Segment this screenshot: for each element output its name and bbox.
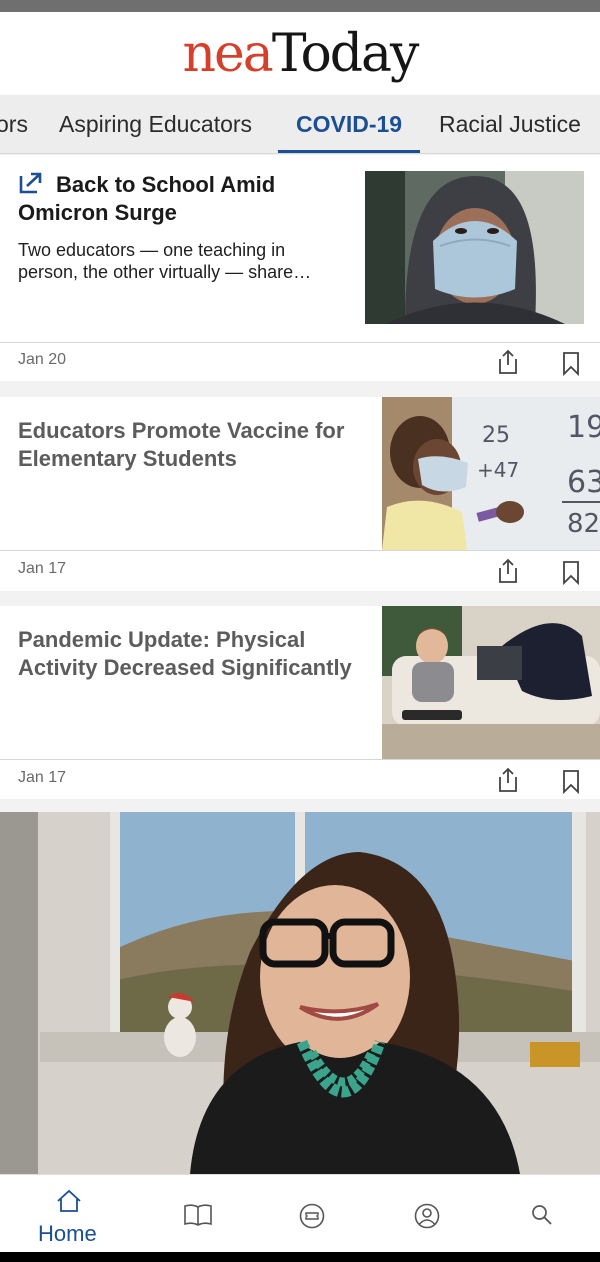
article-photo-student-whiteboard[interactable]: 25 +47 19 63 82 (382, 397, 600, 550)
article-date: Jan 17 (18, 769, 67, 786)
nav-magazine[interactable] (170, 1175, 226, 1253)
active-tab-indicator (278, 150, 420, 153)
article-title[interactable]: Educators Promote Vaccine for Elementary… (18, 417, 363, 473)
article-photo-child-on-couch[interactable] (382, 606, 600, 759)
book-icon (184, 1204, 212, 1226)
card-divider (0, 342, 600, 343)
bookmark-icon[interactable] (559, 560, 583, 586)
share-icon[interactable] (496, 767, 520, 793)
svg-text:63: 63 (567, 465, 600, 500)
home-icon (57, 1189, 81, 1212)
nav-member-benefits[interactable] (284, 1175, 340, 1253)
card-divider (0, 550, 600, 551)
svg-text:19: 19 (567, 410, 600, 445)
article-excerpt: Two educators — one teaching in person, … (18, 240, 312, 282)
neatoday-logo[interactable]: neaToday (0, 22, 600, 86)
nav-search[interactable] (514, 1175, 570, 1253)
article-title[interactable]: Back to School Amid Omicron Surge (18, 171, 348, 227)
article-title-text: Back to School Amid Omicron Surge (18, 172, 276, 225)
tab-covid-19[interactable]: COVID-19 (296, 95, 402, 153)
article-photo-masked-student[interactable] (365, 171, 584, 324)
bookmark-icon[interactable] (559, 351, 583, 377)
logo-nea: nea (182, 24, 274, 84)
article-card-2[interactable]: Educators Promote Vaccine for Elementary… (0, 397, 600, 591)
search-icon (532, 1205, 552, 1225)
logo-today: Today (271, 24, 420, 84)
article-card-1[interactable]: Back to School Amid Omicron Surge Two ed… (0, 155, 600, 381)
share-icon[interactable] (496, 558, 520, 584)
card-divider (0, 759, 600, 760)
app-header: neaToday (0, 12, 600, 95)
external-link-icon (19, 172, 42, 194)
svg-text:82: 82 (567, 509, 600, 539)
tab-racial-justice[interactable]: Racial Justice (439, 95, 581, 153)
article-title[interactable]: Pandemic Update: Physical Activity Decre… (18, 626, 368, 682)
featured-article-photo[interactable] (0, 812, 600, 1174)
profile-icon (414, 1203, 440, 1229)
nav-profile[interactable] (399, 1175, 455, 1253)
nav-home-label: Home (38, 1221, 97, 1246)
article-date: Jan 20 (18, 351, 67, 368)
ticket-icon (299, 1203, 325, 1229)
article-date: Jan 17 (18, 560, 67, 577)
status-strip (0, 0, 600, 12)
bottom-navigation: Home (0, 1174, 600, 1252)
nav-home[interactable]: Home (0, 1175, 140, 1253)
share-icon[interactable] (496, 349, 520, 375)
bookmark-icon[interactable] (559, 769, 583, 795)
category-tabs: ors Aspiring Educators COVID-19 Racial J… (0, 95, 600, 154)
tab-educators-partial[interactable]: ors (0, 95, 28, 153)
svg-text:+47: +47 (477, 458, 519, 482)
svg-text:25: 25 (482, 423, 510, 448)
system-navigation-bar (0, 1252, 600, 1262)
tab-aspiring-educators[interactable]: Aspiring Educators (59, 95, 252, 153)
article-card-3[interactable]: Pandemic Update: Physical Activity Decre… (0, 606, 600, 799)
